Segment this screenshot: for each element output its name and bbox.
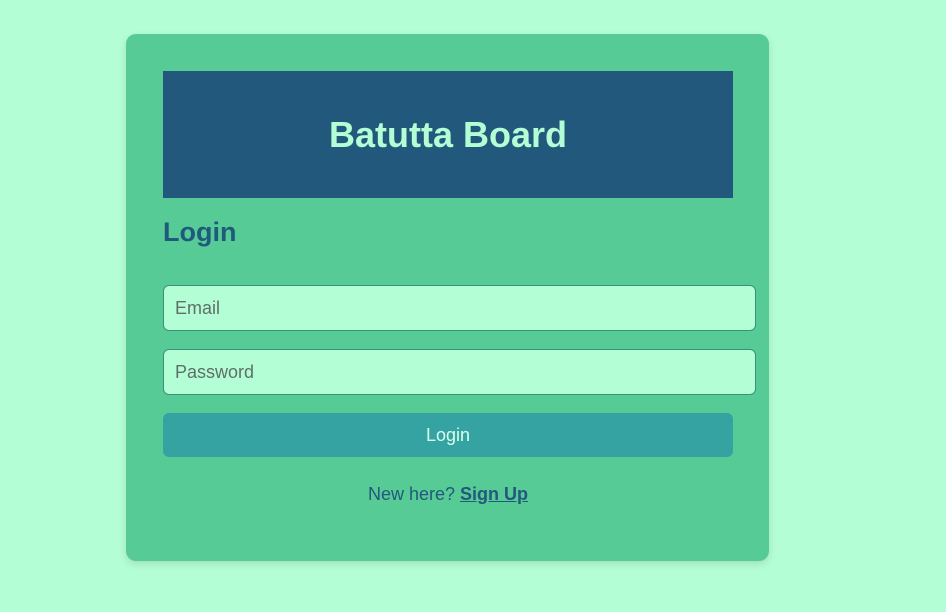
app-title: Batutta Board xyxy=(328,113,567,155)
app-banner: Batutta Board xyxy=(163,71,733,198)
signup-prompt-text: New here? xyxy=(367,484,456,504)
email-field[interactable] xyxy=(163,285,756,331)
login-heading: Login xyxy=(163,217,237,247)
signup-link[interactable]: Sign Up xyxy=(460,484,528,504)
login-button[interactable]: Login xyxy=(163,413,733,457)
login-card: Batutta Board Login Login New here? Sign… xyxy=(126,34,769,561)
password-field[interactable] xyxy=(163,349,756,395)
signup-prompt-row: New here? Sign Up xyxy=(163,484,733,505)
